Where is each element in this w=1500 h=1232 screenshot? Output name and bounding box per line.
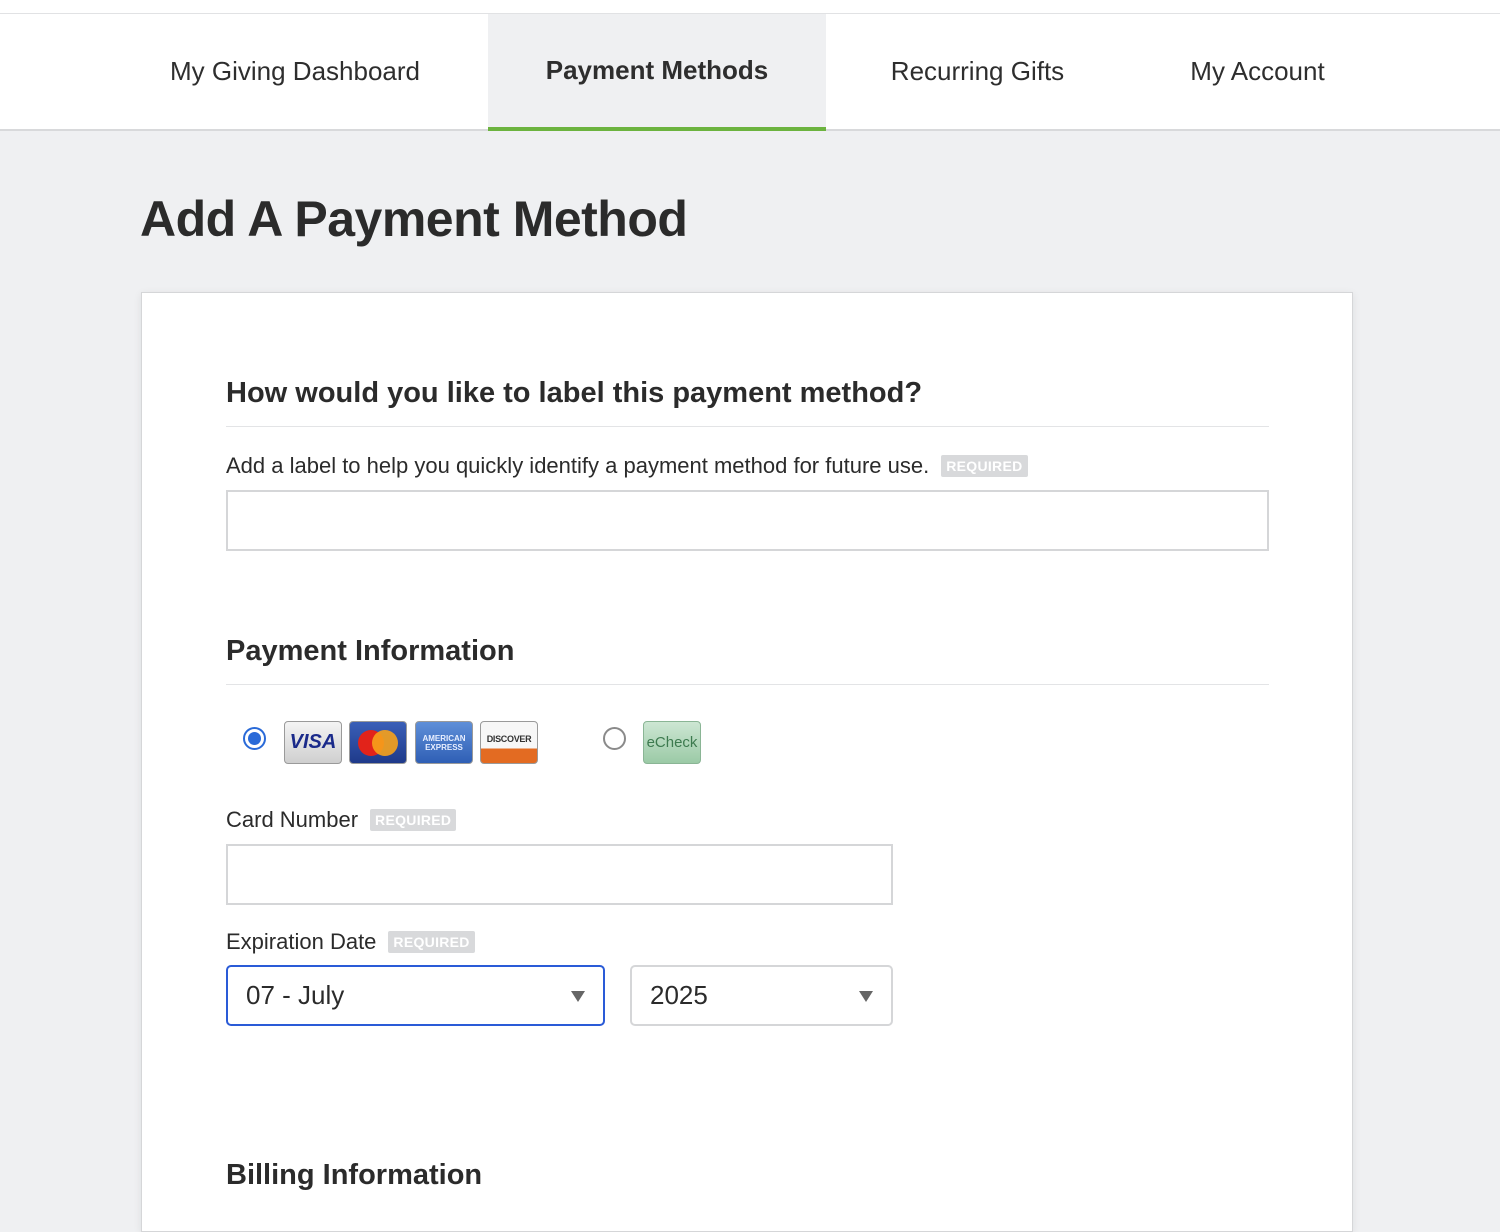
expiration-year-value: 2025 (650, 980, 708, 1010)
expiration-month-value: 07 - July (246, 980, 345, 1010)
american-express-icon: AMERICAN EXPRESS (415, 721, 473, 764)
label-field-label: Add a label to help you quickly identify… (226, 453, 1028, 479)
discover-card-icon: DISCOVER (480, 721, 538, 764)
payment-info-heading: Payment Information (226, 635, 1269, 685)
tab-my-giving-dashboard[interactable]: My Giving Dashboard (130, 14, 460, 129)
card-number-input[interactable] (226, 844, 893, 905)
payment-label-input[interactable] (226, 490, 1269, 551)
top-strip (0, 0, 1500, 14)
credit-card-radio[interactable] (243, 727, 266, 750)
billing-info-heading: Billing Information (226, 1159, 483, 1191)
chevron-down-icon (571, 991, 585, 1002)
expiration-year-select[interactable]: 2025 (630, 965, 893, 1026)
required-badge: REQUIRED (370, 809, 457, 831)
payment-method-form-card: How would you like to label this payment… (141, 292, 1353, 1232)
card-number-label-text: Card Number (226, 807, 359, 832)
expiration-date-label: Expiration Date REQUIRED (226, 929, 475, 955)
tab-recurring-gifts[interactable]: Recurring Gifts (850, 14, 1105, 129)
visa-card-icon: VISA (284, 721, 342, 764)
expiration-month-select[interactable]: 07 - July (226, 965, 605, 1026)
tab-payment-methods[interactable]: Payment Methods (488, 14, 826, 131)
mastercard-icon (349, 721, 407, 764)
chevron-down-icon (859, 991, 873, 1002)
label-section-heading: How would you like to label this payment… (226, 377, 1269, 427)
expiration-date-label-text: Expiration Date (226, 929, 377, 954)
tab-my-account[interactable]: My Account (1150, 14, 1365, 129)
card-number-label: Card Number REQUIRED (226, 807, 457, 833)
required-badge: REQUIRED (388, 931, 475, 953)
main-nav-tabs: My Giving Dashboard Payment Methods Recu… (0, 14, 1500, 131)
required-badge: REQUIRED (941, 455, 1028, 477)
echeck-radio[interactable] (603, 727, 626, 750)
echeck-icon: eCheck (643, 721, 701, 764)
label-field-label-text: Add a label to help you quickly identify… (226, 453, 930, 478)
page-title: Add A Payment Method (140, 191, 688, 247)
